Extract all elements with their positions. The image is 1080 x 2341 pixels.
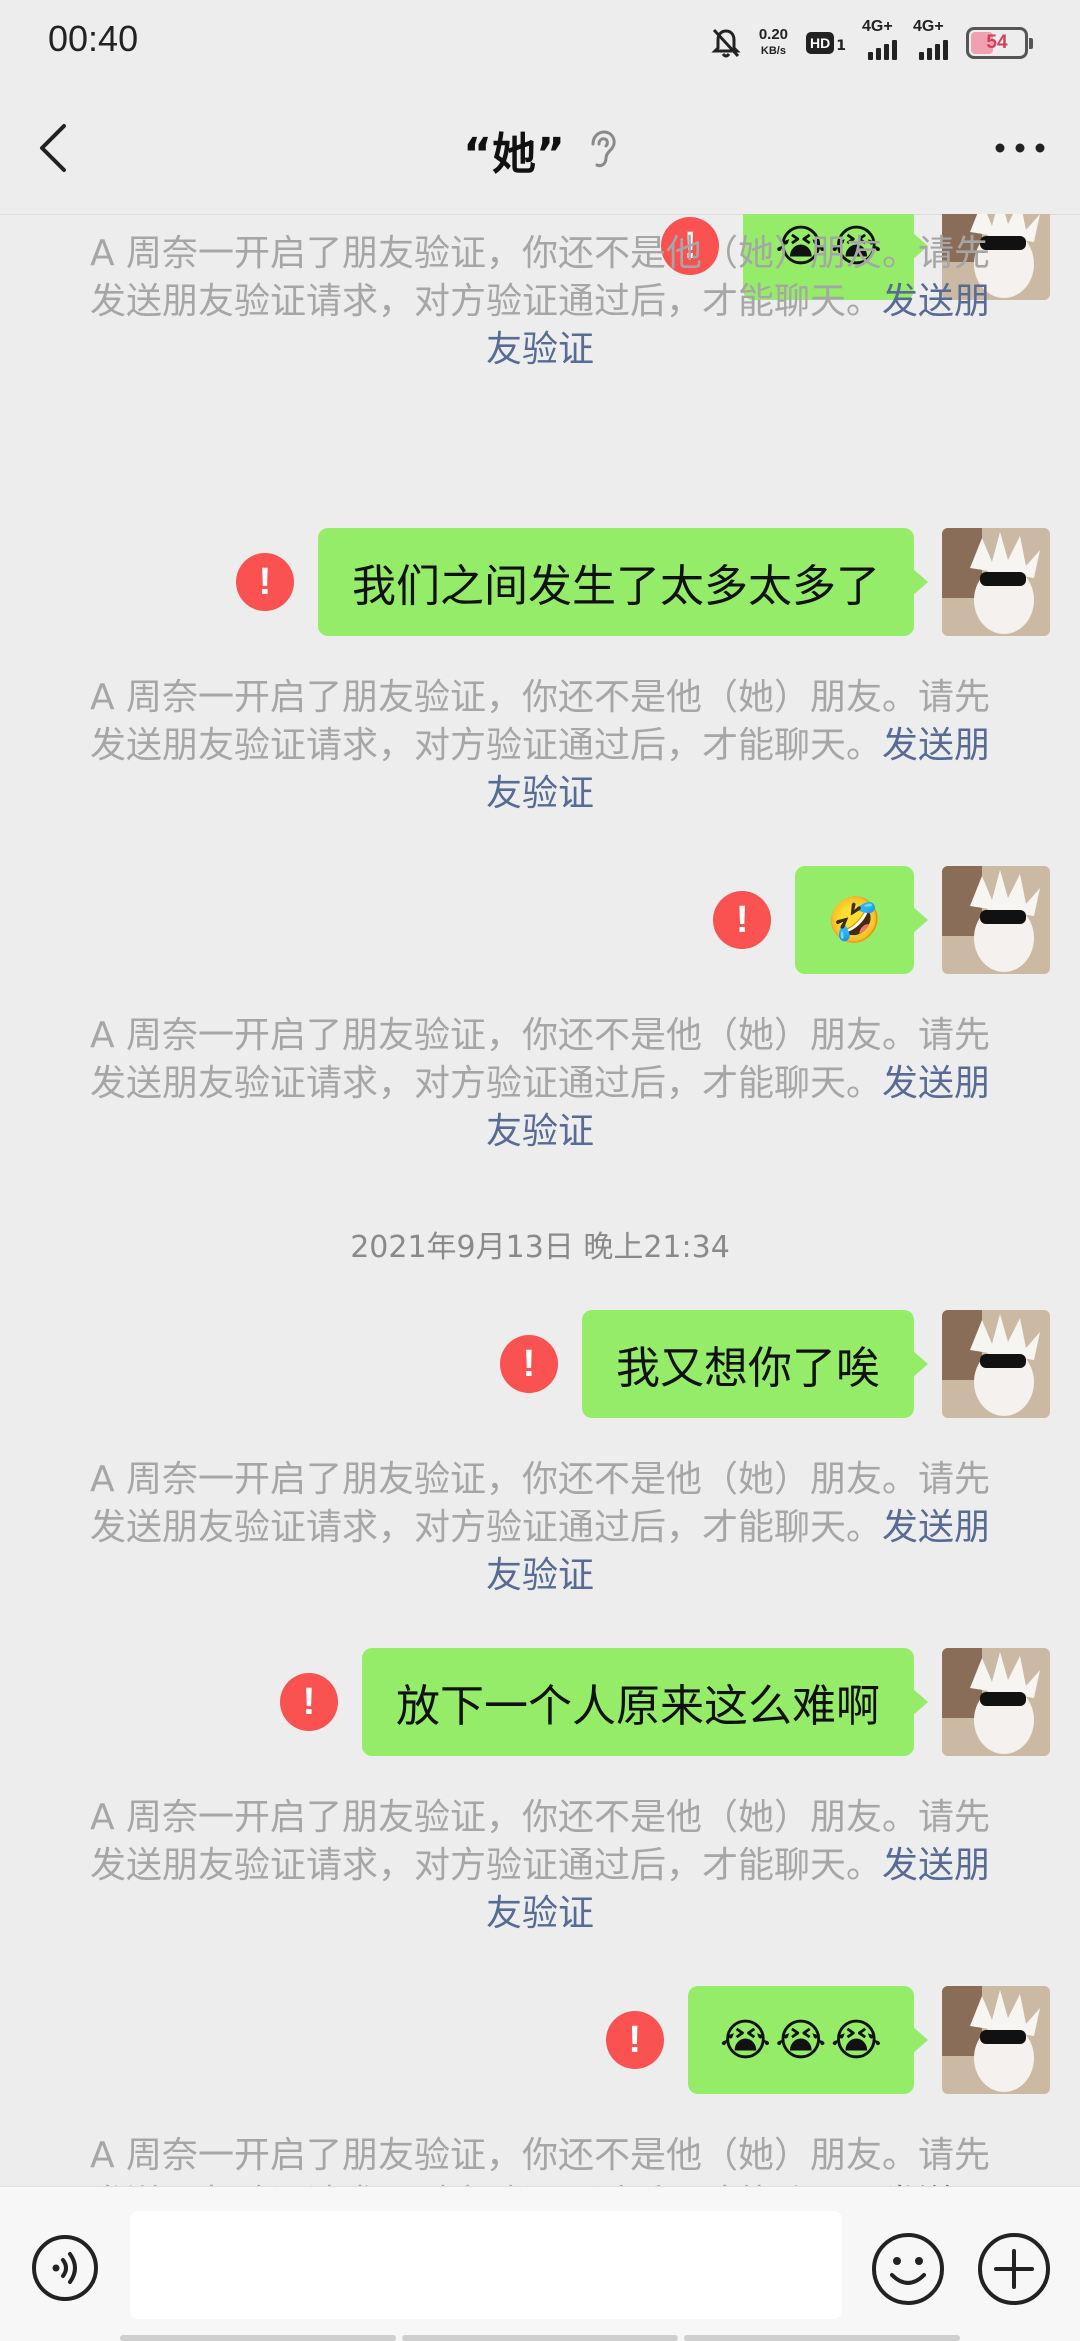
system-notice: A 周奈一开启了朋友验证，你还不是他（她）朋友。请先发送朋友验证请求，对方验证通… <box>89 233 991 370</box>
system-notice: A 周奈一开启了朋友验证，你还不是他（她）朋友。请先发送朋友验证请求，对方验证通… <box>80 2132 1000 2186</box>
system-notice: A 周奈一开启了朋友验证，你还不是他（她）朋友。请先发送朋友验证请求，对方验证通… <box>89 677 991 814</box>
message-list[interactable]: ! 😭 😭 A 周奈一开启了朋友验证，你还不是他（她）朋友。请先发送朋友验证请求… <box>0 214 1080 2186</box>
message-timestamp: 2021年9月13日 晚上21:34 <box>350 1230 730 1265</box>
message-row: ! 放下一个人原来这么难啊 <box>280 1648 1050 1756</box>
status-icons: 0.20 KB/s HD 1 4G+ 4G+ 54 <box>711 18 1033 66</box>
message-bubble[interactable]: 放下一个人原来这么难啊 <box>362 1648 928 1756</box>
status-bar: 00:40 0.20 KB/s HD 1 4G+ 4G+ 54 <box>0 0 1080 80</box>
plus-icon[interactable] <box>976 2231 1052 2307</box>
voice-icon[interactable] <box>30 2233 100 2303</box>
send-failed-icon[interactable]: ! <box>236 553 294 611</box>
crying-emoji: 😭 <box>830 2014 882 2066</box>
send-failed-icon[interactable]: ! <box>280 1673 338 1731</box>
avatar[interactable] <box>942 866 1050 974</box>
input-bar <box>0 2186 1080 2341</box>
chat-title: “她” <box>463 129 565 180</box>
emoji-icon[interactable] <box>870 2231 946 2307</box>
network-speed: 0.20 KB/s <box>758 26 789 58</box>
system-notice: A 周奈一开启了朋友验证，你还不是他（她）朋友。请先发送朋友验证请求，对方验证通… <box>89 1459 991 1596</box>
battery-icon: 54 <box>966 27 1033 59</box>
status-time: 00:40 <box>48 18 139 59</box>
send-failed-icon[interactable]: ! <box>605 2011 664 2069</box>
signal-icon-1: 4G+ <box>862 18 897 60</box>
bell-off-icon <box>711 28 741 58</box>
message-input[interactable] <box>130 2211 842 2319</box>
crying-emoji: 😭 <box>775 2014 827 2066</box>
message-bubble[interactable]: 🤣 <box>795 866 928 974</box>
message-bubble[interactable]: 😭 😭 😭 <box>687 1986 929 2094</box>
avatar[interactable] <box>942 528 1050 636</box>
message-row: ! 我又想你了唉 <box>500 1310 1050 1418</box>
chat-header: “她” <box>0 80 1080 215</box>
message-bubble[interactable]: 我又想你了唉 <box>582 1310 928 1418</box>
chat-title-row: “她” <box>0 118 1080 182</box>
message-row: ! 😭 😭 😭 <box>605 1986 1050 2094</box>
more-dots-icon[interactable] <box>990 128 1050 168</box>
avatar[interactable] <box>942 1986 1050 2094</box>
laughing-emoji: 🤣 <box>827 895 882 946</box>
system-notice: A 周奈一开启了朋友验证，你还不是他（她）朋友。请先发送朋友验证请求，对方验证通… <box>89 1015 991 1152</box>
hd-indicator: HD 1 <box>806 32 846 54</box>
ear-icon <box>591 130 616 168</box>
gesture-bar <box>120 2335 960 2341</box>
message-row: ! 我们之间发生了太多太多了 <box>236 528 1050 636</box>
send-failed-icon[interactable]: ! <box>713 891 772 949</box>
message-bubble[interactable]: 我们之间发生了太多太多了 <box>318 528 928 636</box>
send-failed-icon[interactable]: ! <box>500 1335 558 1393</box>
system-notice: A 周奈一开启了朋友验证，你还不是他（她）朋友。请先发送朋友验证请求，对方验证通… <box>89 1797 991 1934</box>
message-row: ! 🤣 <box>713 866 1050 974</box>
avatar[interactable] <box>942 1648 1050 1756</box>
crying-emoji: 😭 <box>719 2014 772 2066</box>
avatar[interactable] <box>942 1310 1050 1418</box>
signal-icon-2: 4G+ <box>913 18 948 60</box>
